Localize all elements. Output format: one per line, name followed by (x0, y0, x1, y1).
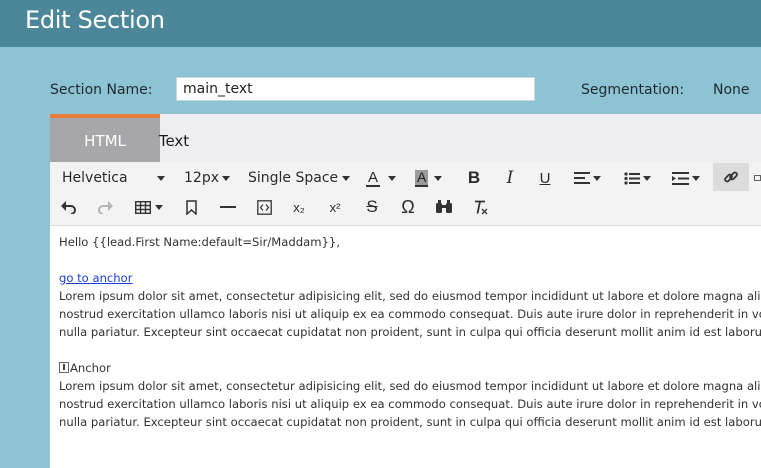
tab-html[interactable]: HTML (50, 114, 160, 162)
align-left-icon (573, 172, 590, 184)
font-size-value: 12px (184, 170, 219, 186)
horizontal-rule-button[interactable] (215, 194, 241, 220)
font-size-select[interactable]: 12px (184, 165, 240, 191)
binoculars-icon (436, 200, 452, 213)
superscript-button[interactable]: x² (322, 194, 348, 220)
special-character-button[interactable]: Ω (395, 194, 421, 220)
bold-icon: B (467, 168, 481, 187)
underline-icon: U (539, 169, 551, 187)
font-family-value: Helvetica (62, 170, 128, 186)
bold-button[interactable]: B (461, 165, 487, 191)
dialog-title: Edit Section (25, 6, 165, 34)
tab-text[interactable]: Text (154, 114, 194, 162)
redo-icon (98, 201, 113, 214)
find-replace-button[interactable] (431, 194, 457, 220)
undo-button[interactable] (56, 194, 82, 220)
rich-text-editor: HTML Text Helvetica 12px Single Space A … (50, 114, 761, 468)
paragraph-line: nulla pariatur. Excepteur sint occaecat … (59, 415, 761, 429)
table-button[interactable] (130, 194, 168, 220)
chevron-down-icon (592, 175, 601, 181)
anchor-marker-icon[interactable] (59, 362, 69, 373)
redo-button[interactable] (92, 194, 118, 220)
editor-toolbar: Helvetica 12px Single Space A A B I U x₂… (50, 162, 761, 226)
segmentation-label: Segmentation: (581, 82, 685, 98)
bullet-list-icon (623, 171, 640, 185)
image-icon (754, 175, 761, 181)
chevron-down-icon (155, 204, 163, 210)
segmentation-value[interactable]: None (713, 82, 750, 98)
italic-icon: I (506, 168, 514, 188)
image-button[interactable] (754, 165, 761, 191)
source-code-button[interactable] (251, 194, 277, 220)
section-name-input[interactable]: main_text (176, 77, 535, 101)
strikethrough-button[interactable]: S (359, 194, 385, 220)
anchor-line: Anchor (59, 359, 761, 377)
align-button[interactable] (569, 165, 605, 191)
paragraph-line: Lorem ipsum dolor sit amet, consectetur … (59, 379, 761, 393)
list-button[interactable] (619, 165, 655, 191)
paragraph-line: nostrud exercitation ullamco laboris nis… (59, 307, 761, 321)
insert-link-button[interactable] (713, 163, 749, 191)
chevron-down-icon (642, 175, 651, 181)
paragraph-line: Lorem ipsum dolor sit amet, consectetur … (59, 289, 761, 303)
greeting-line: Hello {{lead.First Name:default=Sir/Madd… (59, 235, 340, 249)
superscript-icon: x² (329, 199, 341, 215)
clear-formatting-icon (475, 200, 488, 214)
chevron-down-icon (434, 175, 443, 181)
font-family-select[interactable]: Helvetica (62, 165, 172, 191)
undo-icon (61, 201, 76, 214)
chevron-down-icon (692, 175, 700, 181)
text-color-icon: A (366, 168, 381, 187)
text-color-button[interactable]: A (366, 165, 406, 191)
background-color-icon: A (415, 168, 429, 187)
italic-button[interactable]: I (497, 165, 523, 191)
indent-button[interactable] (668, 165, 704, 191)
anchor-link[interactable]: go to anchor (59, 271, 133, 285)
line-spacing-value: Single Space (248, 170, 339, 186)
line-spacing-select[interactable]: Single Space (248, 165, 356, 191)
omega-icon: Ω (401, 196, 415, 217)
chevron-down-icon (222, 176, 230, 181)
bookmark-icon (185, 199, 197, 215)
paragraph-line: nulla pariatur. Excepteur sint occaecat … (59, 325, 761, 339)
chevron-down-icon (342, 176, 350, 181)
background-color-button[interactable]: A (415, 165, 455, 191)
underline-button[interactable]: U (532, 165, 558, 191)
chevron-down-icon (388, 175, 397, 181)
horizontal-rule-icon (220, 206, 236, 208)
clear-formatting-button[interactable] (467, 194, 493, 220)
table-icon (135, 200, 151, 214)
anchor-label: Anchor (70, 361, 111, 375)
strikethrough-icon: S (366, 197, 378, 216)
editor-content[interactable]: Hello {{lead.First Name:default=Sir/Madd… (59, 233, 761, 431)
chevron-down-icon (157, 176, 165, 181)
anchor-button[interactable] (178, 194, 204, 220)
code-icon (256, 199, 272, 215)
indent-icon (672, 171, 689, 185)
link-icon (724, 171, 738, 183)
section-name-label: Section Name: (50, 82, 153, 98)
title-bar: Edit Section (0, 0, 761, 47)
editor-tabs: HTML Text (50, 114, 761, 162)
subscript-button[interactable]: x₂ (286, 194, 312, 220)
paragraph-line: nostrud exercitation ullamco laboris nis… (59, 397, 761, 411)
subscript-icon: x₂ (293, 199, 305, 215)
